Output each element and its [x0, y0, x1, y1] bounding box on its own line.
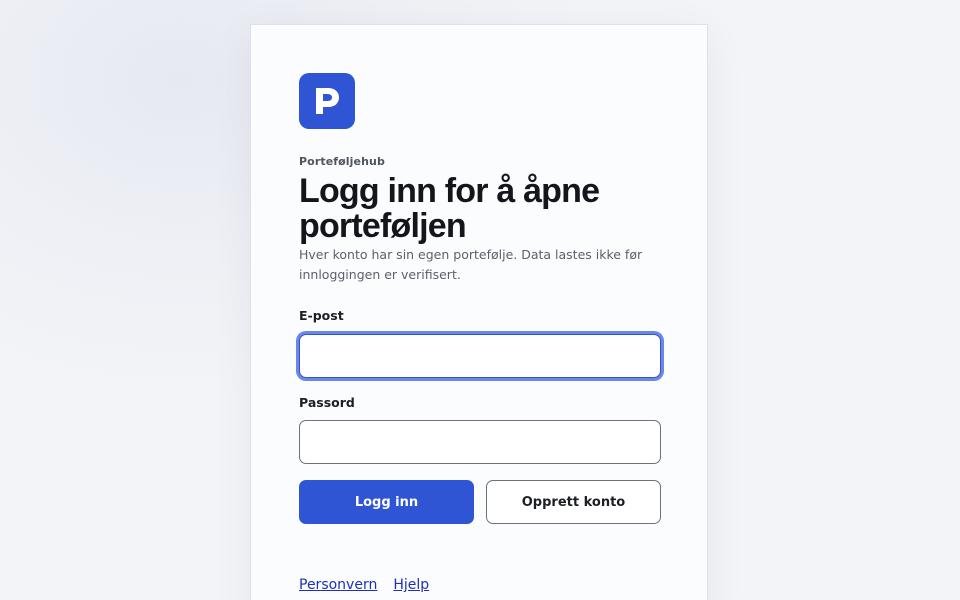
- email-field[interactable]: [299, 334, 661, 378]
- brand-name: Porteføljehub: [299, 155, 385, 168]
- page-title: Logg inn for å åpne porteføljen: [299, 172, 600, 245]
- brand-logo: [299, 73, 355, 129]
- password-field[interactable]: [299, 420, 661, 464]
- help-link[interactable]: Hjelp: [393, 577, 429, 593]
- password-label: Passord: [299, 395, 355, 410]
- footer-links: Personvern Hjelp: [299, 577, 429, 593]
- login-button[interactable]: Logg inn: [299, 480, 474, 524]
- p-letter-logo-icon: [316, 88, 339, 114]
- email-label: E-post: [299, 308, 344, 323]
- privacy-link[interactable]: Personvern: [299, 577, 377, 593]
- page-subtitle: Hver konto har sin egen portefølje. Data…: [299, 247, 643, 282]
- create-account-button[interactable]: Opprett konto: [486, 480, 661, 524]
- login-card: Porteføljehub Logg inn for å åpne portef…: [250, 24, 708, 600]
